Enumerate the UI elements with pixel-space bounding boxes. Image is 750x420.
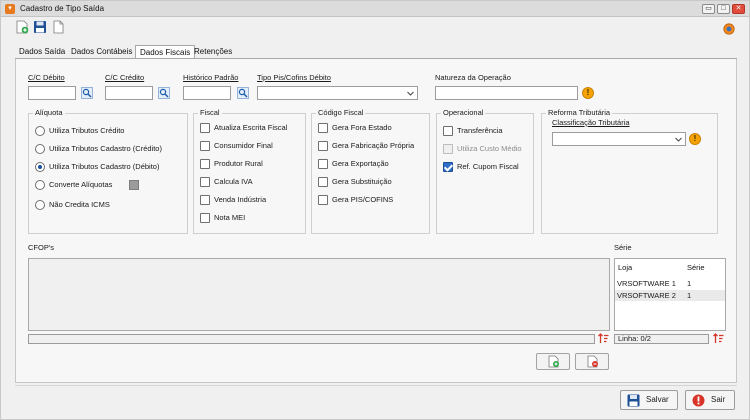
checkbox[interactable]	[200, 177, 210, 187]
checkbox[interactable]	[200, 195, 210, 205]
tipo-pis-cofins-label: Tipo Pis/Cofins Débito	[257, 73, 331, 82]
checkbox-checked[interactable]	[443, 162, 453, 172]
dados-fiscais-panel: C/C Débito C/C Crédito Histórico Padrão …	[15, 59, 737, 383]
table-row[interactable]: VRSOFTWARE 2 1	[615, 290, 725, 301]
save-disk-icon	[627, 394, 640, 407]
serie-sort-icon[interactable]	[713, 333, 724, 344]
natureza-operacao-label: Natureza da Operação	[435, 73, 511, 82]
historico-padrao-input[interactable]	[183, 86, 231, 100]
cc-debito-search-icon[interactable]	[81, 87, 93, 99]
cfops-sort-icon[interactable]	[598, 333, 609, 344]
aliquota-group: Alíquota Utiliza Tributos Crédito Utiliz…	[28, 108, 188, 234]
chevron-down-icon	[407, 91, 414, 96]
copy-document-icon[interactable]	[51, 20, 65, 34]
window-title: Cadastro de Tipo Saída	[20, 4, 105, 13]
tipo-pis-cofins-select[interactable]	[257, 86, 418, 100]
cc-credito-input[interactable]	[105, 86, 153, 100]
checkbox[interactable]	[318, 123, 328, 133]
reforma-title: Reforma Tributária	[546, 108, 613, 117]
codigo-fiscal-title: Código Fiscal	[316, 108, 366, 117]
historico-padrao-label: Histórico Padrão	[183, 73, 239, 82]
exit-button-label: Sair	[711, 395, 726, 404]
checkbox-disabled	[443, 144, 453, 154]
table-row[interactable]: VRSOFTWARE 1 1	[615, 278, 725, 289]
cc-credito-search-icon[interactable]	[158, 87, 170, 99]
cfops-list[interactable]	[28, 258, 610, 331]
checkbox[interactable]	[318, 159, 328, 169]
remove-document-icon	[587, 355, 598, 368]
classificacao-tributaria-select[interactable]	[552, 132, 686, 146]
tab-dados-fiscais[interactable]: Dados Fiscais	[135, 45, 196, 59]
cc-credito-label: C/C Crédito	[105, 73, 145, 82]
codigo-fiscal-group: Código Fiscal Gera Fora Estado Gera Fabr…	[311, 108, 430, 234]
natureza-operacao-input[interactable]	[435, 86, 578, 100]
cfops-status-field	[28, 334, 595, 344]
checkbox[interactable]	[200, 213, 210, 223]
footer-divider	[15, 385, 737, 386]
tab-dados-saida[interactable]: Dados Saída	[15, 45, 69, 59]
cc-debito-input[interactable]	[28, 86, 76, 100]
serie-cell-serie: 1	[687, 279, 692, 288]
serie-cell-loja: VRSOFTWARE 2	[617, 291, 676, 300]
serie-cell-loja: VRSOFTWARE 1	[617, 279, 676, 288]
serie-status-field: Linha: 0/2	[614, 334, 709, 344]
save-button-label: Salvar	[646, 395, 669, 404]
title-bar: ▾ Cadastro de Tipo Saída ▭ □ ✕	[1, 1, 749, 17]
checkbox[interactable]	[200, 141, 210, 151]
add-cfop-button[interactable]	[536, 353, 570, 370]
tab-retencoes[interactable]: Retenções	[190, 45, 236, 59]
checkbox[interactable]	[443, 126, 453, 136]
serie-cell-serie: 1	[687, 291, 692, 300]
exit-icon	[692, 394, 705, 407]
serie-grid[interactable]: Loja Série VRSOFTWARE 1 1 VRSOFTWARE 2 1	[614, 258, 726, 331]
operacional-title: Operacional	[441, 108, 486, 117]
checkbox[interactable]	[200, 159, 210, 169]
reforma-tributaria-group: Reforma Tributária Classificação Tributá…	[541, 108, 718, 234]
minimize-button[interactable]: ▭	[702, 4, 715, 14]
maximize-button[interactable]: □	[717, 4, 730, 14]
radio-icon[interactable]	[35, 126, 45, 136]
checkbox[interactable]	[318, 177, 328, 187]
radio-icon[interactable]	[35, 200, 45, 210]
serie-column-serie[interactable]: Série	[684, 259, 705, 276]
cfops-label: CFOP's	[28, 243, 55, 252]
classificacao-tributaria-label: Classificação Tributária	[552, 118, 630, 127]
save-button[interactable]: Salvar	[620, 390, 678, 410]
operacional-group: Operacional Transferência Utiliza Custo …	[436, 108, 534, 234]
cc-debito-label: C/C Débito	[28, 73, 65, 82]
serie-label: Série	[614, 243, 632, 252]
tab-dados-contabeis[interactable]: Dados Contábeis	[67, 45, 136, 59]
chevron-down-icon	[675, 137, 682, 142]
aliquota-title: Alíquota	[33, 108, 65, 117]
checkbox[interactable]	[318, 195, 328, 205]
add-document-icon	[548, 355, 559, 368]
serie-column-loja[interactable]: Loja	[615, 259, 632, 276]
checkbox[interactable]	[318, 141, 328, 151]
checkbox[interactable]	[200, 123, 210, 133]
save-disk-icon[interactable]	[33, 20, 47, 34]
remove-cfop-button[interactable]	[575, 353, 609, 370]
new-document-icon[interactable]	[15, 20, 29, 34]
radio-icon[interactable]	[35, 180, 45, 190]
radio-icon[interactable]	[35, 162, 45, 172]
historico-padrao-search-icon[interactable]	[237, 87, 249, 99]
cadastro-tipo-saida-window: ▾ Cadastro de Tipo Saída ▭ □ ✕ Dados Saí…	[0, 0, 750, 420]
help-icon[interactable]	[723, 23, 735, 35]
close-button[interactable]: ✕	[732, 4, 745, 14]
radio-icon[interactable]	[35, 144, 45, 154]
converte-aliquotas-button[interactable]	[129, 180, 139, 190]
fiscal-group: Fiscal Atualiza Escrita Fiscal Consumido…	[193, 108, 306, 234]
exit-button[interactable]: Sair	[685, 390, 735, 410]
classificacao-info-icon[interactable]: !	[689, 133, 701, 145]
fiscal-title: Fiscal	[198, 108, 222, 117]
app-menu-icon[interactable]: ▾	[5, 4, 15, 14]
natureza-info-icon[interactable]: !	[582, 87, 594, 99]
